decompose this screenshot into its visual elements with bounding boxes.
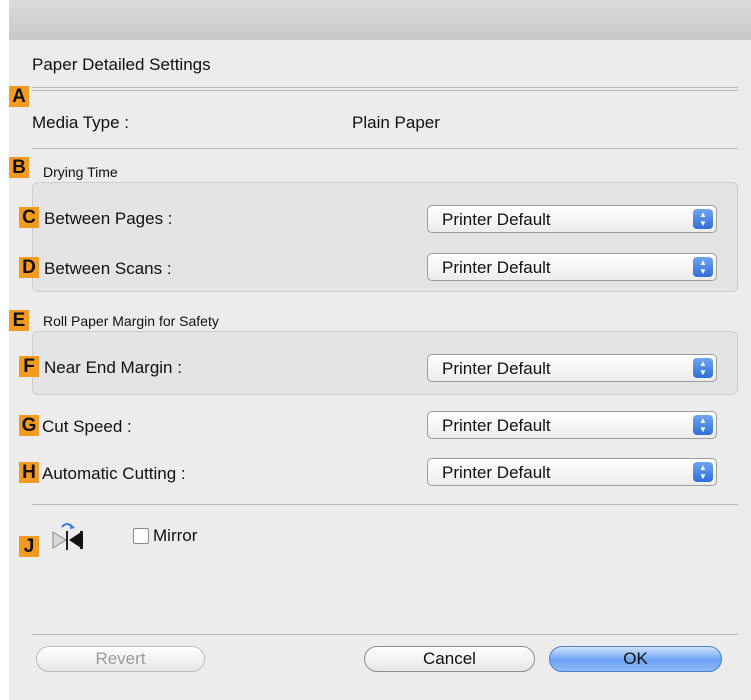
cut-speed-label: Cut Speed : (42, 417, 132, 436)
cut-speed-value: Printer Default (442, 416, 551, 435)
cut-divider (32, 504, 738, 505)
mirror-icon (42, 518, 92, 556)
near-end-margin-popup[interactable]: Printer Default ▲ ▼ (427, 354, 717, 382)
roll-margin-group-label: Roll Paper Margin for Safety (43, 313, 219, 329)
popup-arrows-icon: ▲ ▼ (693, 358, 713, 378)
drying-time-group-label: Drying Time (43, 164, 118, 180)
near-end-margin-value: Printer Default (442, 359, 551, 378)
title-divider-2 (32, 90, 738, 91)
between-scans-value: Printer Default (442, 258, 551, 277)
between-pages-label: Between Pages : (44, 209, 173, 228)
between-scans-popup[interactable]: Printer Default ▲ ▼ (427, 253, 717, 281)
badge-b: B (9, 157, 29, 178)
ok-button[interactable]: OK (549, 646, 722, 672)
media-type-value: Plain Paper (352, 113, 440, 132)
popup-arrows-icon: ▲ ▼ (693, 415, 713, 435)
near-end-margin-label: Near End Margin : (44, 358, 182, 377)
popup-arrows-icon: ▲ ▼ (693, 209, 713, 229)
footer-divider (32, 634, 738, 635)
badge-e: E (9, 310, 29, 331)
popup-arrows-icon: ▲ ▼ (693, 462, 713, 482)
mirror-label: Mirror (153, 526, 198, 545)
window-titlebar (9, 0, 751, 41)
badge-g: G (19, 415, 39, 436)
media-type-label: Media Type : (32, 113, 130, 132)
badge-a: A (9, 86, 29, 107)
automatic-cutting-popup[interactable]: Printer Default ▲ ▼ (427, 458, 717, 486)
badge-j: J (19, 536, 39, 557)
media-divider (32, 148, 738, 149)
badge-h: H (19, 462, 39, 483)
mirror-checkbox[interactable] (133, 528, 149, 544)
cancel-button[interactable]: Cancel (364, 646, 535, 672)
dialog-title: Paper Detailed Settings (32, 55, 211, 74)
between-pages-value: Printer Default (442, 210, 551, 229)
between-pages-popup[interactable]: Printer Default ▲ ▼ (427, 205, 717, 233)
badge-f: F (19, 356, 39, 377)
badge-d: D (19, 257, 39, 278)
revert-button[interactable]: Revert (36, 646, 205, 672)
automatic-cutting-label: Automatic Cutting : (42, 464, 186, 483)
title-divider (32, 87, 738, 88)
automatic-cutting-value: Printer Default (442, 463, 551, 482)
between-scans-label: Between Scans : (44, 259, 172, 278)
cut-speed-popup[interactable]: Printer Default ▲ ▼ (427, 411, 717, 439)
badge-c: C (19, 207, 39, 228)
popup-arrows-icon: ▲ ▼ (693, 257, 713, 277)
